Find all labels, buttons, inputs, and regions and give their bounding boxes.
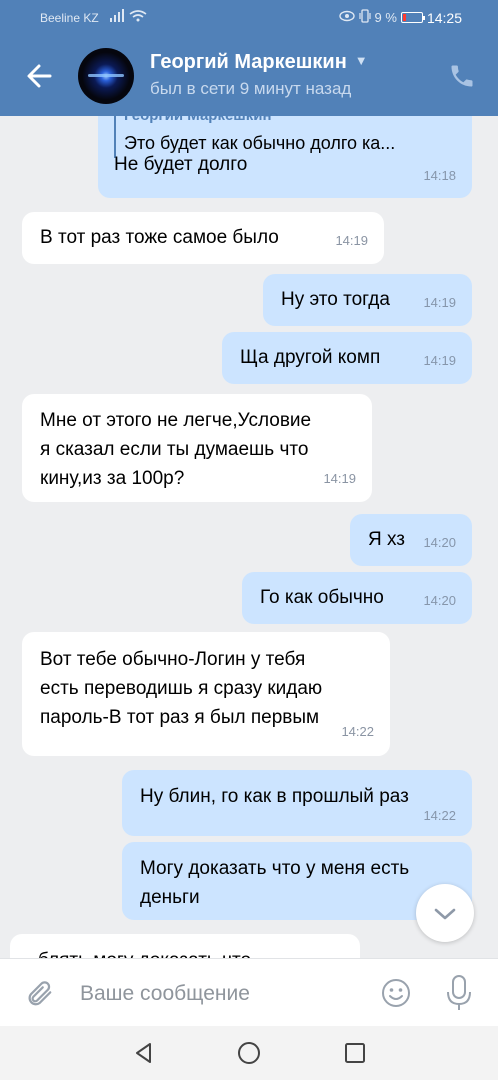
message-text: Я хз	[368, 529, 405, 550]
paperclip-icon[interactable]	[24, 977, 54, 1009]
system-nav-bar	[0, 1026, 498, 1080]
message-bubble-in[interactable]: В тот раз тоже самое было 14:19	[22, 212, 384, 264]
vibrate-icon	[358, 9, 371, 26]
message-text: Ну блин, го как в прошлый раз	[140, 786, 409, 807]
reply-author: Георгий Маркешкин	[124, 116, 454, 124]
message-text: Могу доказать что у меня есть деньги	[140, 858, 410, 908]
message-text: блять могу доказать что	[38, 950, 251, 958]
status-bar: Beeline KZ 9 % 14:25	[0, 0, 498, 34]
status-right: 9 % 14:25	[338, 9, 462, 26]
message-bubble-out[interactable]: Я хз 14:20	[350, 514, 472, 566]
message-text: Мне от этого не легче,Условие я сказал е…	[40, 410, 312, 489]
battery-percent: 9 %	[374, 10, 397, 25]
message-composer	[0, 958, 498, 1026]
nav-home-icon[interactable]	[236, 1040, 262, 1066]
avatar[interactable]	[78, 48, 134, 104]
message-time: 14:18	[423, 168, 456, 183]
message-text: Не будет долго	[114, 154, 248, 175]
microphone-icon[interactable]	[444, 973, 474, 1013]
message-time: 14:20	[423, 593, 456, 608]
message-input[interactable]	[80, 979, 360, 1009]
message-time: 14:19	[423, 295, 456, 310]
message-time: 14:19	[423, 353, 456, 368]
chevron-down-icon: ▼	[354, 53, 368, 68]
message-bubble-in[interactable]: Мне от этого не легче,Условие я сказал е…	[22, 394, 372, 502]
emoji-icon[interactable]	[380, 977, 412, 1009]
signal-wifi-icon	[110, 9, 150, 26]
battery-icon	[400, 12, 425, 23]
message-bubble-out[interactable]: Ну это тогда 14:19	[263, 274, 472, 326]
eye-icon	[338, 10, 355, 25]
message-list[interactable]: Георгий Маркешкин Это будет как обычно д…	[0, 116, 498, 958]
nav-back-icon[interactable]	[131, 1040, 157, 1066]
chevron-down-icon	[434, 908, 456, 920]
phone-icon[interactable]	[448, 62, 476, 90]
message-time: 14:22	[341, 724, 374, 739]
nav-recents-icon[interactable]	[342, 1040, 368, 1066]
message-time: 14:19	[323, 471, 356, 486]
message-time: 14:20	[423, 535, 456, 550]
last-seen-status: был в сети 9 минут назад	[150, 79, 352, 98]
message-time: 14:19	[335, 233, 368, 248]
message-bubble-out[interactable]: Ну блин, го как в прошлый раз 14:22	[122, 770, 472, 836]
message-time: 14:22	[423, 808, 456, 823]
message-bubble-out[interactable]: Го как обычно 14:20	[242, 572, 472, 624]
message-bubble-out[interactable]: Георгий Маркешкин Это будет как обычно д…	[98, 116, 472, 198]
scroll-to-bottom-button[interactable]	[416, 884, 474, 942]
message-text: Ну это тогда	[281, 289, 390, 310]
message-text: Вот тебе обычно-Логин у тебя есть перево…	[40, 649, 323, 728]
message-text: Го как обычно	[260, 587, 384, 608]
chat-header: Beeline KZ 9 % 14:25 Георгий Маркешкин ▼…	[0, 0, 498, 116]
message-text: В тот раз тоже самое было	[40, 227, 279, 248]
contact-name-wrap[interactable]: Георгий Маркешкин ▼	[150, 51, 368, 74]
message-bubble-out[interactable]: Ща другой комп 14:19	[222, 332, 472, 384]
back-arrow-icon[interactable]	[22, 58, 58, 94]
message-text: Ща другой комп	[240, 347, 381, 368]
message-bubble-in[interactable]: Вот тебе обычно-Логин у тебя есть перево…	[22, 632, 390, 756]
message-bubble-in[interactable]: блять могу доказать что	[10, 934, 360, 958]
contact-name: Георгий Маркешкин	[150, 51, 347, 73]
carrier-label: Beeline KZ	[40, 11, 99, 25]
clock: 14:25	[426, 9, 462, 26]
